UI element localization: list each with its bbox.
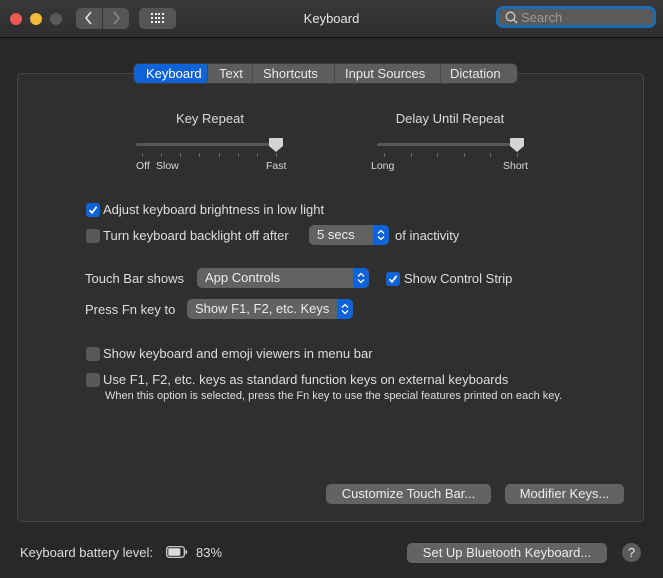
battery-icon xyxy=(166,546,187,558)
touch-bar-label: Touch Bar shows xyxy=(85,271,184,286)
key-repeat-knob[interactable] xyxy=(268,137,284,153)
slider-tick xyxy=(490,153,491,157)
tab-text[interactable]: Text xyxy=(208,64,253,83)
key-repeat-fast-label: Fast xyxy=(266,160,287,172)
tab-input-sources[interactable]: Input Sources xyxy=(335,64,441,83)
slider-tick xyxy=(437,153,438,157)
popup-arrows-icon xyxy=(373,225,389,245)
slider-tick xyxy=(517,153,518,157)
search-field[interactable] xyxy=(496,6,656,28)
show-control-strip-checkbox[interactable] xyxy=(386,272,400,286)
checkmark-icon xyxy=(388,275,398,284)
battery-level-value: 83% xyxy=(196,545,223,560)
settings-panel xyxy=(17,73,644,522)
slider-tick xyxy=(257,153,258,157)
touch-bar-popup[interactable]: App Controls xyxy=(197,268,369,288)
tab-shortcuts[interactable]: Shortcuts xyxy=(253,64,335,83)
modifier-keys-button[interactable]: Modifier Keys... xyxy=(505,484,624,504)
set-up-bluetooth-keyboard-button[interactable]: Set Up Bluetooth Keyboard... xyxy=(407,543,607,563)
delay-until-repeat-knob[interactable] xyxy=(509,137,525,153)
search-input[interactable] xyxy=(521,9,651,25)
adjust-brightness-checkbox[interactable] xyxy=(86,203,100,217)
slider-tick xyxy=(238,153,239,157)
delay-short-label: Short xyxy=(503,160,529,172)
title-bar: Keyboard xyxy=(0,0,663,38)
key-repeat-slider[interactable] xyxy=(136,143,278,146)
slider-tick xyxy=(142,153,143,157)
standard-fn-keys-label: Use F1, F2, etc. keys as standard functi… xyxy=(103,372,509,387)
key-repeat-off-label: Off xyxy=(136,160,150,172)
tab-bar: Keyboard Text Shortcuts Input Sources Di… xyxy=(134,64,517,83)
slider-tick xyxy=(464,153,465,157)
slider-tick xyxy=(384,153,385,157)
delay-until-repeat-title: Delay Until Repeat xyxy=(395,111,505,126)
popup-arrows-icon xyxy=(353,268,369,288)
tab-dictation[interactable]: Dictation xyxy=(441,64,517,83)
fn-key-popup[interactable]: Show F1, F2, etc. Keys xyxy=(187,299,353,319)
slider-tick xyxy=(276,153,277,157)
backlight-timeout-popup[interactable]: 5 secs xyxy=(309,225,389,245)
battery-level-label: Keyboard battery level: xyxy=(20,545,153,560)
slider-tick xyxy=(199,153,200,157)
tab-keyboard[interactable]: Keyboard xyxy=(134,64,208,83)
delay-until-repeat-slider[interactable] xyxy=(377,143,523,146)
adjust-brightness-label: Adjust keyboard brightness in low light xyxy=(103,202,325,217)
show-viewers-label: Show keyboard and emoji viewers in menu … xyxy=(103,346,373,361)
show-control-strip-label: Show Control Strip xyxy=(404,271,513,286)
backlight-off-suffix: of inactivity xyxy=(395,228,460,243)
help-button[interactable]: ? xyxy=(622,543,641,562)
key-repeat-title: Key Repeat xyxy=(176,111,244,126)
slider-tick xyxy=(161,153,162,157)
delay-long-label: Long xyxy=(371,160,395,172)
slider-tick xyxy=(411,153,412,157)
search-icon xyxy=(505,11,518,24)
standard-fn-keys-checkbox[interactable] xyxy=(86,373,100,387)
backlight-off-checkbox[interactable] xyxy=(86,229,100,243)
show-viewers-checkbox[interactable] xyxy=(86,347,100,361)
customize-touch-bar-button[interactable]: Customize Touch Bar... xyxy=(326,484,491,504)
checkmark-icon xyxy=(88,206,98,215)
backlight-off-label: Turn keyboard backlight off after xyxy=(103,228,289,243)
key-repeat-slow-label: Slow xyxy=(156,160,179,172)
touch-bar-value: App Controls xyxy=(205,270,281,285)
slider-tick xyxy=(219,153,220,157)
fn-key-value: Show F1, F2, etc. Keys xyxy=(195,301,330,316)
standard-fn-keys-note: When this option is selected, press the … xyxy=(105,390,563,402)
fn-key-label: Press Fn key to xyxy=(85,302,176,317)
popup-arrows-icon xyxy=(337,299,353,319)
backlight-timeout-value: 5 secs xyxy=(317,227,355,242)
slider-tick xyxy=(180,153,181,157)
